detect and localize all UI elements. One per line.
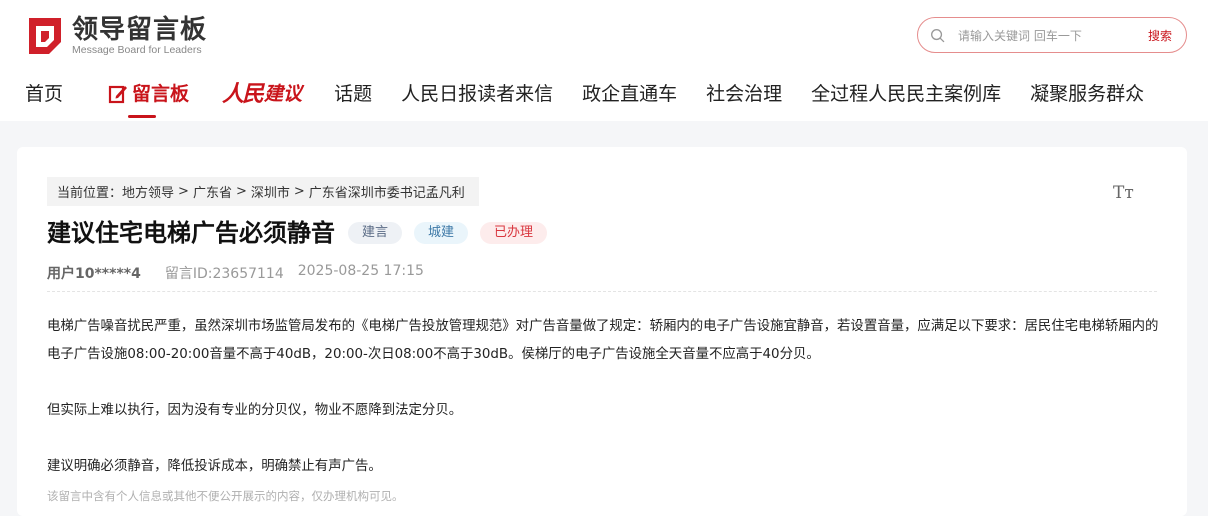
nav-board[interactable]: 留言板 bbox=[108, 78, 190, 118]
logo-mark-icon bbox=[29, 17, 61, 54]
message-paragraph: 电梯广告噪音扰民严重，虽然深圳市场监管局发布的《电梯广告投放管理规范》对广告音量… bbox=[47, 319, 1159, 362]
breadcrumb-item[interactable]: 广东省深圳市委书记孟凡利 bbox=[309, 182, 465, 201]
edit-icon bbox=[108, 85, 128, 104]
breadcrumb-separator: > bbox=[178, 184, 189, 199]
message-body: 电梯广告噪音扰民严重，虽然深圳市场监管局发布的《电梯广告投放管理规范》对广告音量… bbox=[47, 313, 1162, 481]
nav-readers-letters[interactable]: 人民日报读者来信 bbox=[401, 78, 553, 110]
font-size-icon[interactable]: Tт bbox=[1113, 183, 1134, 203]
message-card: 当前位置： 地方领导 > 广东省 > 深圳市 > 广东省深圳市委书记孟凡利 Tт… bbox=[17, 147, 1187, 516]
breadcrumb-separator: > bbox=[293, 184, 305, 199]
message-paragraph: 建议明确必须静音，降低投诉成本，明确禁止有声广告。 bbox=[47, 459, 382, 474]
breadcrumb-item[interactable]: 广东省 bbox=[193, 182, 232, 201]
nav-social-governance[interactable]: 社会治理 bbox=[706, 78, 782, 110]
breadcrumb-item[interactable]: 地方领导 bbox=[122, 182, 174, 201]
site-logo[interactable]: 领导留言板 Message Board for Leaders bbox=[25, 15, 207, 56]
breadcrumb: 当前位置： 地方领导 > 广东省 > 深圳市 > 广东省深圳市委书记孟凡利 bbox=[47, 177, 479, 206]
tag-type: 建言 bbox=[348, 222, 403, 244]
message-id: 留言ID:23657114 bbox=[164, 266, 284, 282]
nav-renmin-jianyi[interactable]: 人民 建议 bbox=[222, 78, 302, 110]
status-badge: 已办理 bbox=[480, 222, 548, 244]
nav-whole-process-democracy[interactable]: 全过程人民民主案例库 bbox=[811, 78, 1001, 110]
page-title: 建议住宅电梯广告必须静音 bbox=[47, 219, 335, 247]
top-header: 领导留言板 Message Board for Leaders 搜索 首页 留言… bbox=[0, 0, 1208, 121]
nav-gov-enterprise[interactable]: 政企直通车 bbox=[582, 78, 677, 110]
nav-home[interactable]: 首页 bbox=[25, 78, 63, 110]
divider bbox=[47, 291, 1157, 292]
breadcrumb-prefix: 当前位置： bbox=[57, 186, 123, 201]
search-input[interactable] bbox=[958, 26, 1118, 46]
user-name: 用户10*****4 bbox=[47, 266, 141, 282]
nav-board-label: 留言板 bbox=[132, 83, 190, 105]
nav-serve-masses[interactable]: 凝聚服务群众 bbox=[1030, 78, 1144, 110]
logo-text: 领导留言板 Message Board for Leaders bbox=[72, 15, 207, 56]
message-paragraph: 但实际上难以执行，因为没有专业的分贝仪，物业不愿降到法定分贝。 bbox=[47, 403, 463, 418]
logo-subtitle: Message Board for Leaders bbox=[72, 44, 202, 56]
search-button[interactable]: 搜索 bbox=[1148, 26, 1172, 46]
search-icon[interactable] bbox=[930, 28, 945, 43]
nav-renmin-script: 人民 bbox=[222, 81, 264, 107]
search-box: 搜索 bbox=[917, 17, 1187, 53]
privacy-notice: 该留言中含有个人信息或其他不便公开展示的内容，仅办理机构可见。 bbox=[47, 489, 404, 503]
tag-field: 城建 bbox=[414, 222, 469, 244]
main-nav: 首页 留言板 人民 建议 话题 人民日报读者来信 政企直通车 社会治理 全过程人… bbox=[25, 78, 1173, 118]
message-datetime: 2025-08-25 17:15 bbox=[297, 263, 424, 279]
nav-topics[interactable]: 话题 bbox=[334, 78, 372, 110]
message-meta: 用户10*****4 留言ID:23657114 2025-08-25 17:1… bbox=[47, 263, 424, 283]
title-row: 建议住宅电梯广告必须静音 建言 城建 已办理 bbox=[47, 217, 559, 249]
breadcrumb-item[interactable]: 深圳市 bbox=[251, 182, 290, 201]
breadcrumb-separator: > bbox=[235, 184, 247, 199]
nav-renmin-suffix: 建议 bbox=[264, 83, 303, 105]
logo-title: 领导留言板 bbox=[72, 15, 208, 45]
